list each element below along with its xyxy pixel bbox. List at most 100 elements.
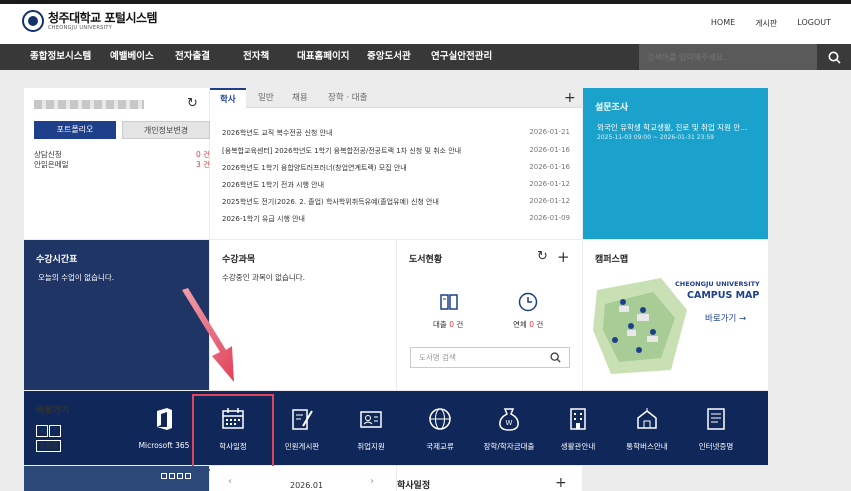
search-icon [828,51,841,64]
survey-text: 외국인 유학생 학교생활, 진로 및 취업 지원 만... [597,123,748,132]
quick-item-certificate[interactable]: 인터넷증명 [676,391,756,465]
header: 청주대학교 포털시스템 CHEONGJU UNIVERSITY HOME 게시판… [0,4,851,44]
next-month-icon[interactable]: › [370,476,374,487]
school-bus-icon [637,408,657,429]
schedule-title: 학사일정 [397,481,431,491]
chevron-right-icon[interactable]: › [49,425,61,437]
campus-shortcut-link[interactable]: 바로가기 → [705,312,746,324]
notice-tabs: 학사 일반 채용 장학 · 대출 + [210,88,582,108]
tab-academic[interactable]: 학사 [210,88,246,108]
portfolio-button[interactable]: 포트폴리오 [34,121,116,139]
prev-month-icon[interactable]: ‹ [228,476,232,487]
pager-dot[interactable] [169,473,175,479]
quick-title: 바로가기 [36,406,70,416]
notice-date: 2026-01-21 [529,128,570,136]
search-icon[interactable] [550,352,561,363]
notice-item[interactable]: 2026학년도 교직 복수전공 신청 안내 2026-01-21 [222,128,570,138]
chevron-left-icon[interactable]: ‹ [36,425,48,437]
globe-icon [429,408,451,430]
notice-item[interactable]: 2026학년도 1학기 전과 시행 안내 2026-01-12 [222,180,570,190]
tab-jobs[interactable]: 채용 [292,88,308,108]
nav-item-lab-safety[interactable]: 연구실안전관리 [431,44,492,70]
unread-mail-row[interactable]: 안읽은메일 3 건 [34,159,210,170]
survey-title: 설문조사 [595,103,629,113]
quick-settings-button[interactable]: ⚙설정 [36,440,62,452]
library-title: 도서현황 [409,255,443,265]
survey-period: 2025-11-03 09:00 ~ 2026-01-31 23:59 [597,134,714,141]
notice-item[interactable]: 2026학년도 1학기 융합양트러프러너(창업연계트랙) 모집 안내 2026-0… [222,163,570,173]
unread-mail-count: 3 건 [195,160,210,169]
notice-title: 2026학년도 1학기 전과 시행 안내 [222,181,325,189]
nav-item-homepage[interactable]: 대표홈페이지 [297,44,349,70]
id-card-icon [360,411,382,428]
loan-stat[interactable]: 대출 0 건 [433,319,463,330]
overdue-stat[interactable]: 연체 0 건 [513,319,543,330]
courses-title: 수강과목 [222,255,256,265]
quick-item-career[interactable]: 취업지원 [331,391,411,465]
edit-profile-button[interactable]: 개인정보변경 [122,121,210,139]
timetable-empty: 오늘의 수업이 없습니다. [38,273,115,282]
courses-empty: 수강중인 과목이 없습니다. [222,273,306,282]
office-icon [157,408,172,430]
top-links: HOME 게시판 LOGOUT [711,18,851,29]
notice-item[interactable]: 2026-1학기 유급 시행 안내 2026-01-09 [222,214,570,224]
nav-item-ebase[interactable]: 예밸베이스 [110,44,154,70]
notice-item[interactable]: [융복합교육센터] 2026학년도 1학기 융복합전공/전공트랙 1차 신청 및… [222,146,570,156]
nav-item-attendance[interactable]: 전자출결 [175,44,210,70]
campus-map-panel[interactable]: 캠퍼스맵 CHEONGJU UNIVERSITY CAMPUS MAP 바로가기… [583,240,768,390]
logout-link[interactable]: LOGOUT [797,18,831,29]
tab-scholarship[interactable]: 장학 · 대출 [328,88,367,108]
pager-dot[interactable] [185,473,191,479]
quick-item-international[interactable]: 국제교류 [400,391,480,465]
pager-dot[interactable] [161,473,167,479]
banner-panel [24,466,209,491]
quick-item-scholarship[interactable]: W 장학/학자금대출 [469,391,549,465]
logo-subtitle: CHEONGJU UNIVERSITY [48,24,113,31]
overdue-unit: 건 [536,320,544,329]
tab-general[interactable]: 일반 [258,88,274,108]
calendar-panel: ‹ 2026.01 › [210,466,396,491]
book-search-placeholder: 도서명 검색 [419,353,456,362]
overdue-label: 연체 [513,320,527,329]
notice-date: 2026-01-12 [529,180,570,188]
library-refresh-icon[interactable]: ↻ [537,249,548,264]
loan-label: 대출 [433,320,447,329]
survey-panel[interactable]: 설문조사 외국인 유학생 학교생활, 진로 및 취업 지원 만... 2025-… [583,88,768,239]
quick-item-civil-board[interactable]: 민원게시판 [262,391,342,465]
university-seal-icon [22,10,44,32]
money-bag-icon: W [499,408,519,431]
certificate-icon [707,408,725,430]
notice-more-icon[interactable]: + [564,88,576,108]
refresh-icon[interactable]: ↻ [187,96,198,111]
nav-search-input[interactable] [639,44,817,70]
quick-item-dormitory[interactable]: 생활관안내 [538,391,618,465]
library-more-icon[interactable]: + [557,248,570,266]
building-icon [570,408,586,430]
notice-title: 2025학년도 전기(2026. 2. 졸업) 학사학위취득유예(졸업유예) 신… [222,198,439,206]
quick-item-label: 민원게시판 [284,442,320,451]
book-icon [440,294,458,310]
search-button[interactable] [817,44,851,70]
pager-dot[interactable] [177,473,183,479]
nav-item-info-system[interactable]: 종합정보시스템 [30,44,91,70]
quick-item-label: 장학/학자금대출 [483,442,535,451]
banner-pager [161,473,191,479]
nav-item-library[interactable]: 중앙도서관 [367,44,411,70]
notice-title: 2026학년도 교직 복수전공 신청 안내 [222,129,333,137]
board-link[interactable]: 게시판 [755,18,777,29]
quick-item-label: 생활관안내 [560,442,596,451]
loan-count: 0 [449,320,454,329]
schedule-more-icon[interactable]: + [555,475,567,491]
home-link[interactable]: HOME [711,18,735,29]
quick-item-shuttle[interactable]: 통학버스안내 [607,391,687,465]
nav-item-ebook[interactable]: 전자책 [243,44,269,70]
quick-item-label: 통학버스안내 [626,442,668,451]
logo[interactable]: 청주대학교 포털시스템 CHEONGJU UNIVERSITY [22,10,158,32]
notice-date: 2026-01-16 [529,146,570,154]
document-pen-icon [292,409,313,430]
notice-item[interactable]: 2025학년도 전기(2026. 2. 졸업) 학사학위취득유예(졸업유예) 신… [222,197,570,207]
notice-date: 2026-01-12 [529,197,570,205]
book-search-input[interactable]: 도서명 검색 [410,347,570,368]
user-name-blurred [34,100,144,109]
notice-date: 2026-01-09 [529,214,570,222]
